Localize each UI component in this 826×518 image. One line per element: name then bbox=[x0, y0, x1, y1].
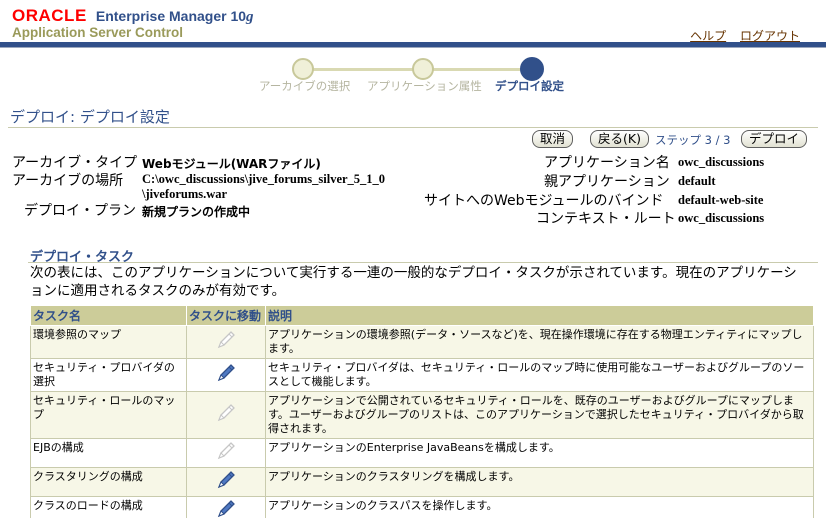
column-header-description: 説明 bbox=[265, 305, 814, 326]
go-to-task-cell bbox=[186, 325, 266, 359]
task-description-cell: セキュリティ・プロバイダは、セキュリティ・ロールのマップ時に使用可能なユーザーお… bbox=[265, 358, 814, 392]
archive-type-value: Webモジュール(WARファイル) bbox=[142, 157, 321, 171]
task-name-cell: EJBの構成 bbox=[30, 438, 187, 468]
train-label-deploy-settings: デプロイ設定 bbox=[495, 79, 564, 93]
archive-location-label: アーカイブの場所 bbox=[12, 173, 124, 189]
go-to-task-cell bbox=[186, 496, 266, 518]
column-header-go-to-task: タスクに移動 bbox=[186, 305, 266, 326]
task-description-cell: アプリケーションのクラスタリングを構成します。 bbox=[265, 467, 814, 497]
context-root-label: コンテキスト・ルート bbox=[536, 211, 676, 227]
edit-pencil-icon[interactable] bbox=[215, 363, 237, 383]
context-root-value: owc_discussions bbox=[678, 211, 765, 225]
step-train: アーカイブの選択 アプリケーション属性 デプロイ設定 bbox=[0, 56, 826, 96]
back-button[interactable]: 戻る(K) bbox=[590, 130, 649, 148]
task-name-cell: クラスのロードの構成 bbox=[30, 496, 187, 518]
version-text: g bbox=[246, 9, 254, 25]
task-name-cell: セキュリティ・ロールのマップ bbox=[30, 391, 187, 439]
title-divider bbox=[8, 127, 818, 128]
task-description-cell: アプリケーションのクラスパスを操作します。 bbox=[265, 496, 814, 518]
go-to-task-cell bbox=[186, 391, 266, 439]
column-header-task-name: タスク名 bbox=[30, 305, 187, 326]
deploy-plan-label: デプロイ・プラン bbox=[24, 203, 136, 219]
table-row: EJBの構成 アプリケーションのEnterprise JavaBeansを構成しま… bbox=[30, 438, 814, 468]
task-name-cell: セキュリティ・プロバイダの選択 bbox=[30, 358, 187, 392]
header-bar bbox=[0, 42, 826, 48]
edit-pencil-icon[interactable] bbox=[215, 499, 237, 518]
go-to-task-cell bbox=[186, 358, 266, 392]
table-row: セキュリティ・ロールのマップ アプリケーションで公開されているセキュリティ・ロール… bbox=[30, 391, 814, 439]
tasks-section-divider bbox=[28, 262, 818, 263]
app-subtitle: Application Server Control bbox=[12, 25, 184, 40]
tasks-table: タスク名 タスクに移動 説明 環境参照のマップ アプリケーションの環境参照(データ… bbox=[30, 305, 814, 518]
edit-pencil-disabled-icon bbox=[215, 330, 237, 350]
page-title: デプロイ: デプロイ設定 bbox=[10, 108, 170, 126]
edit-pencil-icon[interactable] bbox=[215, 470, 237, 490]
cancel-button[interactable]: 取消 bbox=[532, 130, 574, 148]
train-stop-archive bbox=[292, 58, 314, 80]
web-binding-value: default-web-site bbox=[678, 193, 764, 207]
task-description-cell: アプリケーションのEnterprise JavaBeansを構成します。 bbox=[265, 438, 814, 468]
task-description-cell: アプリケーションで公開されているセキュリティ・ロールを、既存のユーザーおよびグル… bbox=[265, 391, 814, 439]
parent-app-label: 親アプリケーション bbox=[544, 174, 670, 190]
step-indicator: ステップ 3 / 3 bbox=[655, 133, 731, 147]
parent-app-value: default bbox=[678, 174, 716, 188]
archive-location-value: C:\owc_discussions\jive_forums_silver_5_… bbox=[142, 172, 386, 186]
archive-location-value-cont: \jiveforums.war bbox=[142, 187, 228, 201]
deploy-plan-value: 新規プランの作成中 bbox=[142, 205, 251, 219]
task-name-cell: クラスタリングの構成 bbox=[30, 467, 187, 497]
train-connector bbox=[422, 68, 532, 71]
tasks-header-row: タスク名 タスクに移動 説明 bbox=[30, 305, 814, 326]
web-binding-label: サイトへのWebモジュールのバインド bbox=[424, 193, 664, 209]
table-row: 環境参照のマップ アプリケーションの環境参照(データ・ソースなど)を、現在操作環境… bbox=[30, 325, 814, 359]
app-name-label: アプリケーション名 bbox=[544, 155, 670, 171]
train-label-app-attributes: アプリケーション属性 bbox=[367, 79, 482, 93]
help-link[interactable]: ヘルプ bbox=[690, 29, 726, 43]
product-name: Enterprise Manager 10g bbox=[95, 8, 254, 25]
archive-type-label: アーカイブ・タイプ bbox=[12, 155, 138, 171]
train-label-archive: アーカイブの選択 bbox=[259, 79, 351, 93]
logout-link[interactable]: ログアウト bbox=[740, 29, 800, 43]
train-connector bbox=[300, 68, 422, 71]
table-row: セキュリティ・プロバイダの選択 セキュリティ・プロバイダは、セキュリティ・ロールの… bbox=[30, 358, 814, 392]
train-stop-app-attributes bbox=[412, 58, 434, 80]
go-to-task-cell bbox=[186, 467, 266, 497]
task-description-cell: アプリケーションの環境参照(データ・ソースなど)を、現在操作環境に存在する物理エ… bbox=[265, 325, 814, 359]
go-to-task-cell bbox=[186, 438, 266, 468]
app-name-value: owc_discussions bbox=[678, 155, 765, 169]
brand-logo: ORACLE Enterprise Manager 10g Applicatio… bbox=[12, 6, 254, 40]
task-name-cell: 環境参照のマップ bbox=[30, 325, 187, 359]
table-row: クラスのロードの構成 アプリケーションのクラスパスを操作します。 bbox=[30, 496, 814, 518]
oracle-logo-text: ORACLE bbox=[12, 6, 87, 25]
edit-pencil-disabled-icon bbox=[215, 403, 237, 423]
edit-pencil-disabled-icon bbox=[215, 441, 237, 461]
deploy-button[interactable]: デプロイ bbox=[741, 130, 808, 148]
table-row: クラスタリングの構成 アプリケーションのクラスタリングを構成します。 bbox=[30, 467, 814, 497]
tasks-description: 次の表には、このアプリケーションについて実行する一連の一般的なデプロイ・タスクが… bbox=[30, 265, 797, 299]
